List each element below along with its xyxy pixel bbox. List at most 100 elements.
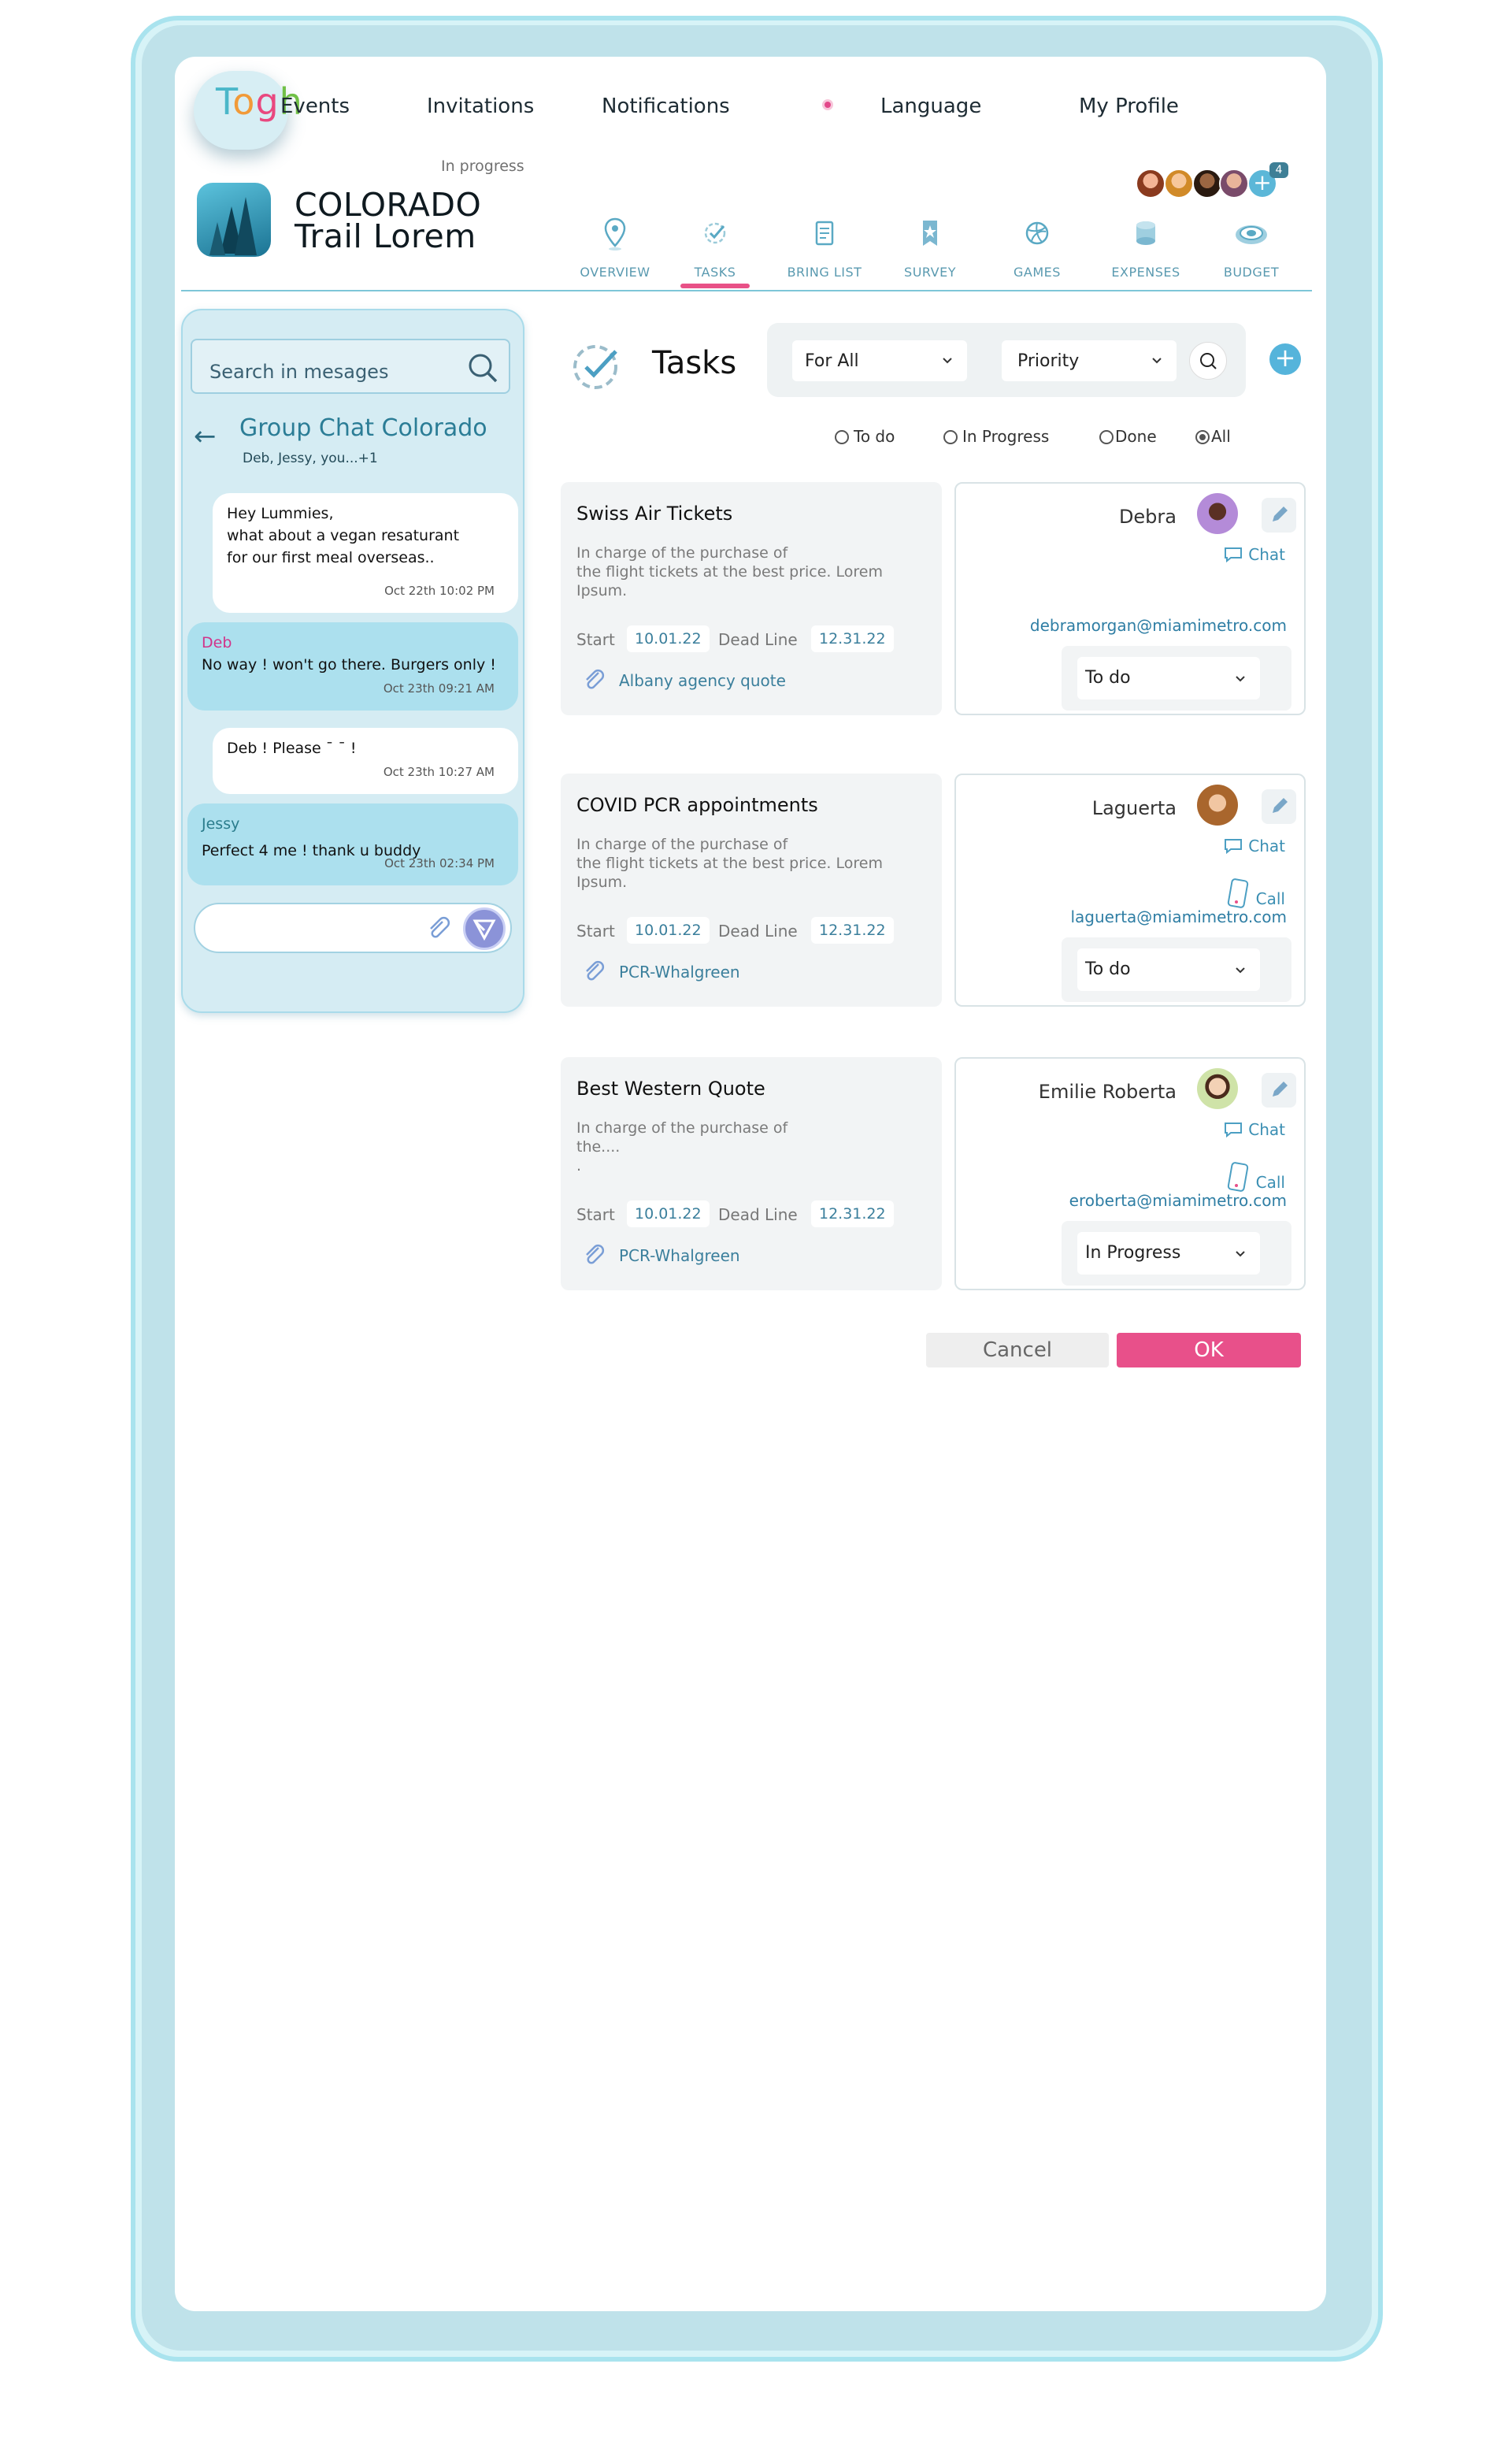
status-select-wrap: In Progress [1062, 1221, 1292, 1286]
chat-message[interactable]: Deb No way ! won't go there. Burgers onl… [187, 622, 518, 711]
call-link[interactable]: Call [1225, 878, 1285, 909]
filter-radio-in-progress[interactable]: In Progress [943, 427, 1049, 446]
deadline-date[interactable]: 12.31.22 [811, 917, 894, 944]
task-description: In charge of the purchase of the flight … [576, 836, 883, 891]
task-title: COVID PCR appointments [576, 794, 818, 816]
chat-link[interactable]: Chat [1223, 837, 1285, 855]
member-avatar [1219, 169, 1249, 199]
chat-link[interactable]: Chat [1223, 545, 1285, 564]
assignee-name: Emilie Roberta [1038, 1081, 1177, 1103]
chat-search-input[interactable]: Search in mesages [191, 339, 510, 394]
task-card[interactable]: COVID PCR appointments In charge of the … [561, 774, 942, 1007]
nav-events[interactable]: Events [280, 95, 350, 118]
chevron-down-icon [943, 358, 952, 364]
message-time: Oct 23th 09:21 AM [383, 681, 495, 696]
tab-games[interactable]: GAMES [994, 214, 1080, 280]
add-task-button[interactable]: + [1269, 343, 1301, 375]
pencil-icon [1273, 798, 1288, 813]
tasks-check-icon [573, 345, 617, 389]
task-status-select[interactable]: To do [1077, 948, 1260, 991]
edit-task-button[interactable] [1262, 789, 1296, 824]
status-select-wrap: To do [1062, 937, 1292, 1002]
nav-invitations[interactable]: Invitations [427, 95, 534, 118]
assignee-email[interactable]: eroberta@miamimetro.com [1069, 1191, 1287, 1210]
paperclip-icon [586, 960, 605, 981]
chat-bubble-icon [1224, 547, 1242, 563]
tab-tasks[interactable]: TASKS [672, 214, 758, 280]
paperclip-icon [586, 669, 605, 689]
tab-budget[interactable]: BUDGET [1208, 214, 1295, 280]
member-avatar [1192, 169, 1222, 199]
task-status-select[interactable]: In Progress [1077, 1232, 1260, 1275]
tab-bring-list[interactable]: BRING LIST [781, 214, 868, 280]
chevron-down-icon [1236, 1251, 1245, 1257]
assignee-name: Laguerta [1091, 797, 1177, 819]
start-date[interactable]: 10.01.22 [627, 625, 710, 652]
tab-overview[interactable]: OVERVIEW [572, 214, 658, 280]
avatar [1197, 1068, 1238, 1109]
paperclip-icon [586, 1244, 605, 1264]
start-date[interactable]: 10.01.22 [627, 1200, 710, 1227]
call-link[interactable]: Call [1225, 1161, 1285, 1193]
task-card[interactable]: Swiss Air Tickets In charge of the purch… [561, 482, 942, 715]
task-title: Best Western Quote [576, 1078, 765, 1100]
chat-bubble-icon [1224, 1123, 1242, 1138]
task-attachment-link[interactable]: Albany agency quote [619, 671, 786, 690]
nav-notifications[interactable]: Notifications [602, 95, 730, 118]
active-tab-indicator [680, 284, 750, 288]
filter-radio-all[interactable]: All [1195, 427, 1231, 446]
chat-link[interactable]: Chat [1223, 1120, 1285, 1139]
task-status-select[interactable]: To do [1077, 657, 1260, 699]
tab-expenses[interactable]: EXPENSES [1102, 214, 1189, 280]
tab-survey[interactable]: SURVEY [887, 214, 973, 280]
start-date[interactable]: 10.01.22 [627, 917, 710, 944]
chevron-down-icon [1236, 967, 1245, 974]
chevron-down-icon [1152, 358, 1162, 364]
nav-language[interactable]: Language [880, 95, 981, 118]
phone-icon [1228, 1162, 1249, 1192]
pencil-icon [1273, 1082, 1288, 1097]
trip-status: In progress [441, 158, 524, 175]
start-label: Start [576, 922, 615, 941]
header-divider [181, 290, 1312, 291]
search-icon[interactable] [466, 351, 499, 384]
avatar [1197, 493, 1238, 534]
sort-priority-select[interactable]: Priority [1002, 340, 1177, 381]
back-arrow-icon[interactable]: ← [194, 421, 217, 452]
edit-task-button[interactable] [1262, 498, 1296, 533]
nav-my-profile[interactable]: My Profile [1079, 95, 1179, 118]
status-select-wrap: To do [1062, 646, 1292, 711]
message-sender: Jessy [202, 815, 240, 833]
task-assignee-card: Emilie Roberta Chat Call eroberta@miamim… [954, 1057, 1306, 1290]
assignee-name: Debra [1118, 506, 1177, 528]
deadline-date[interactable]: 12.31.22 [811, 625, 894, 652]
app-screen: Togh Events Invitations Notifications La… [175, 57, 1326, 2311]
assignee-email[interactable]: debramorgan@miamimetro.com [1030, 616, 1287, 635]
send-button[interactable] [463, 907, 506, 950]
cancel-button[interactable]: Cancel [926, 1333, 1109, 1367]
chat-message[interactable]: Deb ! Please ¯ ¯ ! Oct 23th 10:27 AM [213, 728, 518, 794]
task-attachment-link[interactable]: PCR-Whalgreen [619, 963, 740, 982]
message-time: Oct 22th 10:02 PM [384, 584, 495, 598]
ok-button[interactable]: OK [1117, 1333, 1301, 1367]
notification-dot [822, 99, 833, 110]
member-avatars[interactable]: + 4 [1136, 162, 1293, 200]
task-card[interactable]: Best Western Quote In charge of the purc… [561, 1057, 942, 1290]
budget-icon [1236, 225, 1267, 244]
chat-members: Deb, Jessy, you...+1 [243, 451, 378, 466]
assignee-email[interactable]: laguerta@miamimetro.com [1070, 907, 1287, 926]
task-attachment-link[interactable]: PCR-Whalgreen [619, 1246, 740, 1265]
filter-radio-todo[interactable]: To do [835, 427, 895, 446]
survey-star-icon [923, 221, 937, 246]
paperclip-icon[interactable] [425, 915, 452, 942]
chat-message[interactable]: Hey Lummies, what about a vegan resatura… [213, 493, 518, 613]
message-input[interactable] [194, 903, 512, 953]
deadline-date[interactable]: 12.31.22 [811, 1200, 894, 1227]
task-search-button[interactable] [1189, 342, 1227, 380]
chat-message[interactable]: Jessy Perfect 4 me ! thank u buddy Oct 2… [187, 803, 518, 885]
filter-radio-done[interactable]: Done [1099, 427, 1157, 446]
ball-icon [1025, 221, 1049, 245]
edit-task-button[interactable] [1262, 1073, 1296, 1108]
assignee-filter-select[interactable]: For All [792, 340, 967, 381]
task-description: In charge of the purchase of the flight … [576, 544, 883, 599]
